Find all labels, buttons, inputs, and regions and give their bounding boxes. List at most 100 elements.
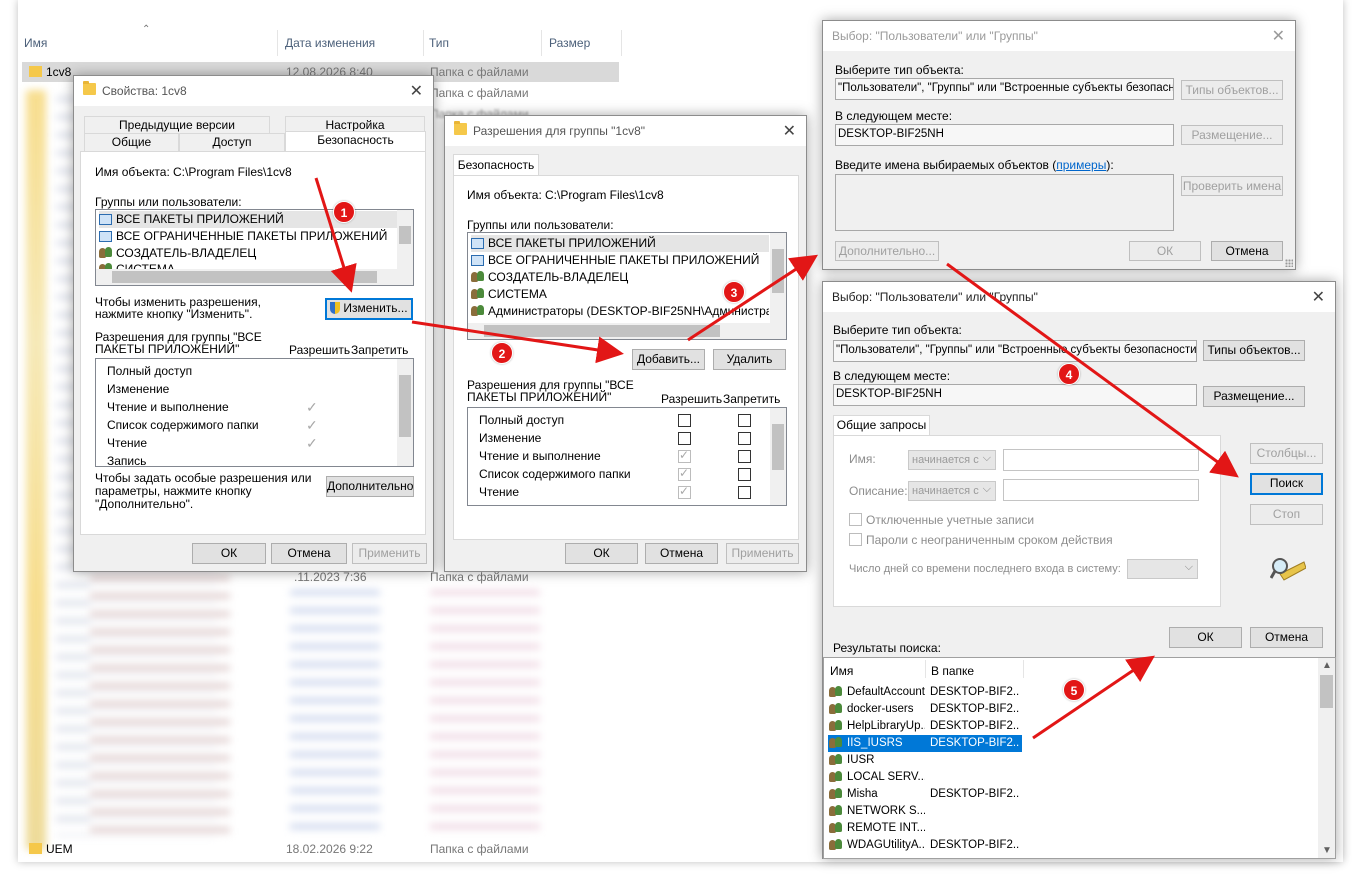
h-scrollbar[interactable] (96, 269, 413, 285)
h-scrollbar[interactable] (468, 323, 786, 339)
list-item[interactable]: ВСЕ ОГРАНИЧЕННЫЕ ПАКЕТЫ ПРИЛОЖЕНИЙ (99, 228, 387, 245)
allow-checkbox[interactable] (678, 414, 691, 427)
result-row[interactable]: REMOTE INT... (828, 820, 1022, 837)
advanced-button[interactable]: Дополнительно (326, 476, 414, 497)
column-type[interactable]: Тип (429, 36, 449, 50)
days-select[interactable] (1127, 559, 1198, 579)
scroll-thumb[interactable] (112, 271, 377, 283)
result-row[interactable]: Misha DESKTOP-BIF2... (828, 786, 1022, 803)
scrollbar[interactable] (770, 233, 786, 323)
select-titlebar[interactable]: Выбор: "Пользователи" или "Группы" ✕ (823, 21, 1295, 51)
tab-general[interactable]: Общие (84, 133, 179, 151)
no-expire-checkbox[interactable] (849, 533, 862, 546)
list-item[interactable]: СИСТЕМА (471, 286, 547, 303)
examples-link[interactable]: примеры (1056, 158, 1106, 172)
close-icon[interactable]: ✕ (783, 121, 796, 141)
ok-button[interactable]: ОК (565, 543, 638, 564)
scroll-thumb[interactable] (484, 325, 720, 337)
disabled-accounts-checkbox[interactable] (849, 513, 862, 526)
close-icon[interactable]: ✕ (1312, 287, 1325, 307)
advanced-button[interactable]: Дополнительно... (835, 241, 939, 261)
stop-button[interactable]: Стоп (1250, 504, 1323, 525)
remove-button[interactable]: Удалить (713, 349, 786, 370)
column-separator[interactable] (423, 30, 424, 56)
tab-access[interactable]: Доступ (179, 133, 285, 151)
list-item[interactable]: СОЗДАТЕЛЬ-ВЛАДЕЛЕЦ (99, 245, 256, 262)
deny-checkbox[interactable] (738, 450, 751, 463)
names-input[interactable] (835, 174, 1174, 231)
list-item[interactable]: ВСЕ ПАКЕТЫ ПРИЛОЖЕНИЙ (471, 235, 769, 252)
scroll-thumb[interactable] (399, 226, 411, 244)
properties-titlebar[interactable]: Свойства: 1cv8 ✕ (74, 76, 433, 106)
col-separator[interactable] (925, 660, 926, 678)
scroll-thumb[interactable] (772, 424, 784, 470)
deny-checkbox[interactable] (738, 468, 751, 481)
locations-button[interactable]: Размещение... (1181, 125, 1283, 145)
tab-previous-versions[interactable]: Предыдущие версии (84, 116, 270, 133)
permissions-list[interactable]: Полный доступ Изменение Чтение и выполне… (467, 407, 787, 506)
results-col-folder[interactable]: В папке (931, 664, 974, 678)
name-query-input[interactable] (1003, 449, 1199, 471)
apply-button[interactable]: Применить (352, 543, 427, 564)
tab-common-queries[interactable]: Общие запросы (833, 415, 930, 436)
columns-button[interactable]: Столбцы... (1250, 443, 1323, 464)
tab-security[interactable]: Безопасность (285, 131, 426, 152)
name-operator-select[interactable]: начинается с (908, 450, 996, 470)
result-row[interactable]: docker-users DESKTOP-BIF2... (828, 701, 1022, 718)
cancel-button[interactable]: Отмена (1211, 241, 1283, 261)
select-titlebar[interactable]: Выбор: "Пользователи" или "Группы" ✕ (823, 282, 1335, 312)
explorer-row-last[interactable]: UEM 18.02.2026 9:22 Папка с файлами (22, 840, 619, 858)
list-item[interactable]: СОЗДАТЕЛЬ-ВЛАДЕЛЕЦ (471, 269, 628, 286)
allow-checkbox[interactable]: ✓ (678, 448, 691, 463)
add-button[interactable]: Добавить... (632, 349, 705, 370)
ok-button[interactable]: ОК (1129, 241, 1201, 261)
change-button[interactable]: Изменить... (325, 298, 413, 320)
groups-list[interactable]: ВСЕ ПАКЕТЫ ПРИЛОЖЕНИЙ ВСЕ ОГРАНИЧЕННЫЕ П… (95, 209, 414, 286)
result-row[interactable]: NETWORK S... (828, 803, 1022, 820)
permissions-titlebar[interactable]: Разрешения для группы "1cv8" ✕ (445, 116, 806, 146)
result-row[interactable]: IIS_IUSRS DESKTOP-BIF2... (828, 735, 1022, 752)
column-date[interactable]: Дата изменения (285, 36, 375, 50)
column-name[interactable]: Имя (24, 36, 47, 50)
check-names-button[interactable]: Проверить имена (1181, 176, 1283, 196)
object-types-button[interactable]: Типы объектов... (1203, 340, 1305, 361)
deny-checkbox[interactable] (738, 432, 751, 445)
scrollbar[interactable] (397, 210, 413, 270)
allow-checkbox[interactable] (678, 432, 691, 445)
deny-checkbox[interactable] (738, 486, 751, 499)
result-row[interactable]: HelpLibraryUp... DESKTOP-BIF2... (828, 718, 1022, 735)
permissions-list[interactable]: Полный доступ Изменение Чтение и выполне… (95, 358, 414, 467)
column-separator[interactable] (541, 30, 542, 56)
col-separator[interactable] (1023, 660, 1024, 678)
scrollbar[interactable]: ▲ ▼ (1318, 658, 1335, 858)
column-separator[interactable] (621, 30, 622, 56)
result-row[interactable]: IUSR (828, 752, 1022, 769)
apply-button[interactable]: Применить (726, 543, 799, 564)
scroll-up-icon[interactable]: ▲ (1322, 660, 1332, 671)
tab-security[interactable]: Безопасность (453, 154, 539, 176)
search-button[interactable]: Поиск (1250, 473, 1323, 495)
description-operator-select[interactable]: начинается с (908, 481, 996, 501)
description-query-input[interactable] (1003, 479, 1199, 501)
column-size[interactable]: Размер (549, 36, 590, 50)
result-row[interactable]: DefaultAccount DESKTOP-BIF2... (828, 684, 1022, 701)
allow-checkbox[interactable]: ✓ (678, 484, 691, 499)
results-col-name[interactable]: Имя (830, 664, 853, 678)
scroll-thumb[interactable] (772, 249, 784, 293)
list-item[interactable]: ВСЕ ОГРАНИЧЕННЫЕ ПАКЕТЫ ПРИЛОЖЕНИЙ (471, 252, 759, 269)
scroll-thumb[interactable] (399, 375, 411, 437)
ok-button[interactable]: ОК (192, 543, 266, 564)
deny-checkbox[interactable] (738, 414, 751, 427)
scroll-down-icon[interactable]: ▼ (1322, 845, 1332, 856)
scroll-thumb[interactable] (1320, 675, 1333, 708)
column-separator[interactable] (277, 30, 278, 56)
allow-checkbox[interactable]: ✓ (678, 466, 691, 481)
result-row[interactable]: LOCAL SERV... (828, 769, 1022, 786)
object-types-button[interactable]: Типы объектов... (1181, 80, 1283, 100)
ok-button[interactable]: ОК (1169, 627, 1242, 648)
scrollbar[interactable] (397, 359, 413, 466)
locations-button[interactable]: Размещение... (1203, 386, 1305, 407)
scrollbar[interactable] (770, 408, 786, 505)
close-icon[interactable]: ✕ (410, 81, 423, 101)
result-row[interactable]: WDAGUtilityA... DESKTOP-BIF2... (828, 837, 1022, 854)
